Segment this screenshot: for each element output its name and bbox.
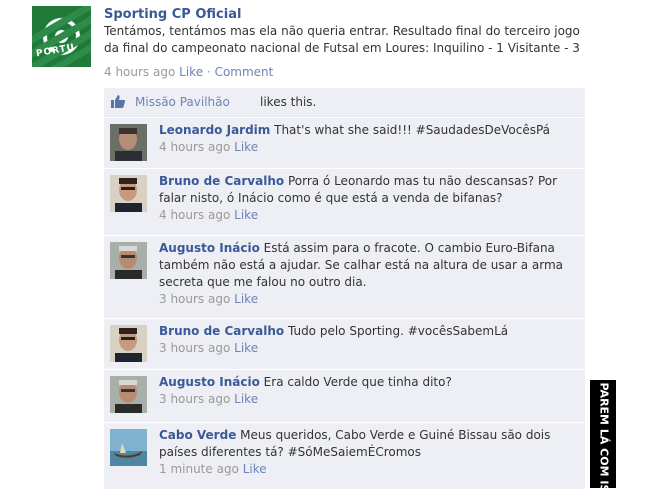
watermark-text: PAREM LÁ COM ISSO <box>597 382 611 489</box>
comment-item: Augusto Inácio Está assim para o fracote… <box>104 235 585 318</box>
avatar[interactable] <box>110 325 147 362</box>
post-timestamp[interactable]: 4 hours ago <box>104 65 175 79</box>
thumbs-up-icon <box>111 95 125 108</box>
comment-author-link[interactable]: Cabo Verde <box>159 428 236 442</box>
comment-like-link[interactable]: Like <box>234 292 258 306</box>
post: Sporting CP Oficial Tentámos, tentámos m… <box>104 7 594 79</box>
comment-like-link[interactable]: Like <box>234 341 258 355</box>
avatar-augusto-inacio <box>110 376 147 413</box>
watermark: PAREM LÁ COM ISSO <box>590 380 616 488</box>
liker-link[interactable]: Missão Pavilhão <box>135 88 230 116</box>
comment-timestamp[interactable]: 1 minute ago <box>159 462 239 476</box>
avatar-augusto-inacio <box>110 242 147 279</box>
comment-author-link[interactable]: Bruno de Carvalho <box>159 324 284 338</box>
avatar[interactable] <box>110 242 147 279</box>
comment-timestamp[interactable]: 4 hours ago <box>159 208 230 222</box>
avatar-leonardo-jardim <box>110 124 147 161</box>
avatar[interactable] <box>110 429 147 466</box>
comment-text: Tudo pelo Sporting. #vocêsSabemLá <box>287 324 509 338</box>
comment-item: Augusto Inácio Era caldo Verde que tinha… <box>104 369 585 422</box>
comment-text: Era caldo Verde que tinha dito? <box>263 375 452 389</box>
avatar-bruno-de-carvalho <box>110 325 147 362</box>
avatar[interactable] <box>110 124 147 161</box>
comment-author-link[interactable]: Bruno de Carvalho <box>159 174 284 188</box>
comment-like-link[interactable]: Like <box>243 462 267 476</box>
post-comment-link[interactable]: Comment <box>215 65 274 79</box>
post-text: Tentámos, tentámos mas ela não queria en… <box>104 24 580 55</box>
avatar-bruno-de-carvalho <box>110 175 147 212</box>
post-like-link[interactable]: Like <box>179 65 203 79</box>
page-avatar[interactable]: PORTU <box>32 6 91 67</box>
comment-item: Cabo Verde Meus queridos, Cabo Verde e G… <box>104 422 585 489</box>
avatar[interactable] <box>110 376 147 413</box>
comment-timestamp[interactable]: 4 hours ago <box>159 140 230 154</box>
post-author-link[interactable]: Sporting CP Oficial <box>104 7 241 22</box>
post-meta: 4 hours ago Like · Comment <box>104 65 594 79</box>
comment-like-link[interactable]: Like <box>234 208 258 222</box>
comment-timestamp[interactable]: 3 hours ago <box>159 392 230 406</box>
likes-text: likes this. <box>260 95 317 109</box>
comment-item: Bruno de Carvalho Tudo pelo Sporting. #v… <box>104 318 585 369</box>
comment-text: That's what she said!!! #SaudadesDeVocês… <box>274 123 551 137</box>
comment-author-link[interactable]: Augusto Inácio <box>159 375 260 389</box>
likes-bar: Missão Pavilhão likes this. <box>104 88 585 117</box>
comment-like-link[interactable]: Like <box>234 140 258 154</box>
comment-timestamp[interactable]: 3 hours ago <box>159 341 230 355</box>
avatar[interactable] <box>110 175 147 212</box>
comment-author-link[interactable]: Leonardo Jardim <box>159 123 270 137</box>
comment-timestamp[interactable]: 3 hours ago <box>159 292 230 306</box>
comment-item: Bruno de Carvalho Porra ó Leonardo mas t… <box>104 168 585 235</box>
meta-separator: · <box>206 65 211 79</box>
comment-item: Leonardo Jardim That's what she said!!! … <box>104 117 585 168</box>
comment-author-link[interactable]: Augusto Inácio <box>159 241 260 255</box>
avatar-cabo-verde <box>110 429 147 466</box>
comment-like-link[interactable]: Like <box>234 392 258 406</box>
